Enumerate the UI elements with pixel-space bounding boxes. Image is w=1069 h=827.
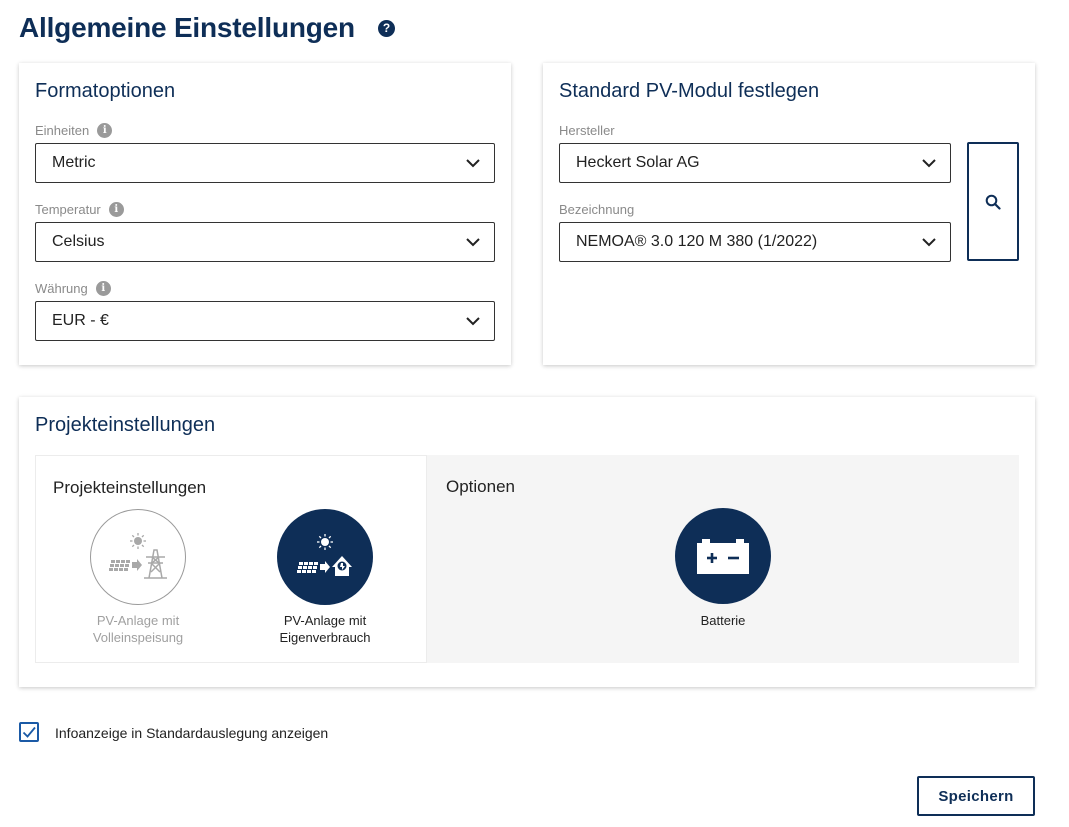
option-full-feed-in[interactable] [90, 509, 186, 605]
option-self-consumption[interactable] [277, 509, 373, 605]
module-search-button[interactable] [967, 142, 1019, 261]
solar-grid-icon [109, 533, 167, 579]
info-icon[interactable]: i [108, 202, 124, 217]
info-display-checkbox[interactable] [19, 722, 39, 742]
temperature-select[interactable]: Celsius [35, 222, 495, 262]
manufacturer-select[interactable]: Heckert Solar AG [559, 143, 951, 183]
solar-house-icon [297, 534, 352, 576]
help-icon[interactable]: ? [378, 20, 395, 37]
currency-select[interactable]: EUR - € [35, 301, 495, 341]
option-self-consumption-line2: Eigenverbrauch [279, 630, 371, 645]
chevron-down-icon [922, 159, 936, 168]
temperature-label: Temperatur i [35, 202, 124, 217]
page-title: Allgemeine Einstellungen [19, 12, 355, 43]
designation-select[interactable]: NEMOA® 3.0 120 M 380 (1/2022) [559, 222, 951, 262]
pv-module-title: Standard PV-Modul festlegen [559, 80, 820, 102]
project-type-panel: Projekteinstellungen PV-Anlage mit Volle… [35, 455, 427, 663]
options-panel: Optionen Batterie [427, 455, 1019, 663]
designation-label: Bezeichnung [559, 202, 634, 217]
option-full-feed-in-line2: Volleinspeisung [92, 630, 184, 645]
info-display-label[interactable]: Infoanzeige in Standardauslegung anzeige… [55, 725, 328, 741]
manufacturer-label: Hersteller [559, 123, 615, 138]
search-icon [985, 194, 1001, 210]
save-button[interactable]: Speichern [917, 776, 1035, 816]
units-select-value: Metric [52, 154, 96, 171]
pv-module-card: Standard PV-Modul festlegen Hersteller H… [543, 63, 1035, 365]
option-battery-label: Batterie [700, 613, 746, 628]
option-self-consumption-line1: PV-Anlage mit [283, 613, 367, 628]
info-icon[interactable]: i [95, 281, 111, 296]
manufacturer-select-value: Heckert Solar AG [576, 154, 700, 171]
chevron-down-icon [922, 238, 936, 247]
chevron-down-icon [466, 317, 480, 326]
option-self-consumption-label: PV-Anlage mit Eigenverbrauch [245, 612, 405, 646]
options-title: Optionen [446, 477, 515, 496]
manufacturer-label-text: Hersteller [559, 123, 615, 138]
option-full-feed-in-label: PV-Anlage mit Volleinspeisung [58, 612, 218, 646]
currency-label: Währung i [35, 281, 111, 296]
chevron-down-icon [466, 159, 480, 168]
project-type-title: Projekteinstellungen [53, 478, 207, 497]
units-label-text: Einheiten [35, 123, 90, 138]
temperature-label-text: Temperatur [35, 202, 101, 217]
format-options-title: Formatoptionen [35, 80, 176, 102]
project-settings-title: Projekteinstellungen [35, 414, 216, 436]
option-full-feed-in-line1: PV-Anlage mit [96, 613, 180, 628]
units-select[interactable]: Metric [35, 143, 495, 183]
battery-icon [697, 539, 749, 574]
info-icon[interactable]: i [97, 123, 113, 138]
currency-label-text: Währung [35, 281, 88, 296]
currency-select-value: EUR - € [52, 312, 109, 329]
designation-label-text: Bezeichnung [559, 202, 635, 217]
units-label: Einheiten i [35, 123, 113, 138]
option-battery[interactable] [675, 508, 771, 604]
checkmark-icon [22, 726, 36, 738]
designation-select-value: NEMOA® 3.0 120 M 380 (1/2022) [576, 233, 818, 250]
temperature-select-value: Celsius [52, 233, 105, 250]
format-options-card: Formatoptionen Einheiten i Metric Temper… [19, 63, 511, 365]
chevron-down-icon [466, 238, 480, 247]
